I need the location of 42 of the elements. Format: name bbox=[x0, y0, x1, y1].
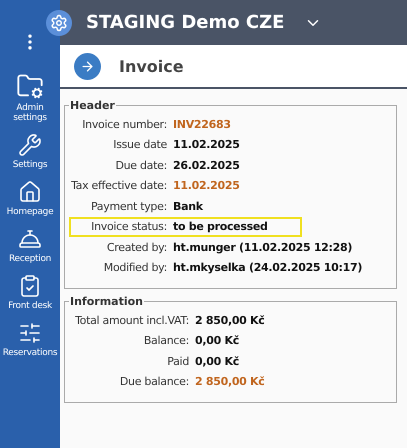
field-value: INV22683 bbox=[173, 118, 232, 131]
field-value: Bank bbox=[173, 200, 204, 213]
field-label: Issue date bbox=[112, 138, 167, 152]
sidebar-item[interactable]: Settings bbox=[0, 129, 60, 176]
field-value: 11.02.2025 bbox=[173, 179, 241, 192]
field-value: 0,00 Kč bbox=[195, 354, 240, 368]
field-label: Paid bbox=[166, 354, 189, 368]
workspace-title: STAGING Demo CZE bbox=[86, 12, 284, 33]
bell-icon bbox=[18, 227, 42, 251]
sidebar-item[interactable]: Homepage bbox=[0, 176, 60, 223]
field-label: Due date: bbox=[114, 158, 167, 172]
field-value: 2 850,00 Kč bbox=[195, 375, 266, 388]
sidebar-item[interactable]: Reception bbox=[0, 223, 60, 270]
field-value: ht.mkyselka (24.02.2025 10:17) bbox=[173, 261, 364, 274]
sliders-icon bbox=[18, 321, 42, 345]
section-title: Header bbox=[69, 99, 116, 112]
sidebar-item[interactable]: Reservations bbox=[0, 317, 60, 364]
wrench-icon bbox=[18, 133, 42, 157]
field-value: 11.02.2025 bbox=[173, 138, 241, 152]
field-label: Payment type: bbox=[90, 200, 167, 213]
field-value: ht.munger (11.02.2025 12:28) bbox=[173, 240, 354, 254]
sidebar-item[interactable]: Admin settings bbox=[0, 68, 60, 129]
field-value: 2 850,00 Kč bbox=[195, 314, 266, 327]
arrow-right-button[interactable] bbox=[74, 52, 101, 80]
house-icon bbox=[18, 180, 42, 204]
arrow-right-icon bbox=[80, 58, 95, 74]
field-label: Invoice number: bbox=[81, 118, 167, 131]
field-value: 0,00 Kč bbox=[195, 334, 240, 348]
field-label: Tax effective date: bbox=[71, 179, 167, 192]
field-label: Modified by: bbox=[102, 261, 167, 274]
field-label: Total amount incl.VAT: bbox=[74, 314, 189, 327]
field-label: Created by: bbox=[106, 240, 167, 254]
folder-gear-icon bbox=[16, 72, 44, 100]
field-label: Invoice status: bbox=[90, 220, 167, 234]
clipboard-check-icon bbox=[18, 274, 42, 298]
section-title: Information bbox=[69, 295, 144, 308]
field-value: to be processed bbox=[173, 220, 269, 234]
field-value: 26.02.2025 bbox=[173, 158, 241, 172]
sidebar-item[interactable]: Front desk bbox=[0, 270, 60, 317]
field-label: Due balance: bbox=[118, 375, 189, 388]
field-label: Balance: bbox=[142, 334, 189, 348]
page-title: Invoice bbox=[119, 56, 184, 76]
